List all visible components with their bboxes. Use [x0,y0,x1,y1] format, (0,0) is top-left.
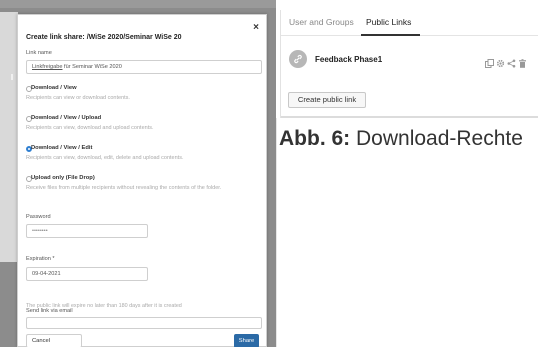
close-icon[interactable]: × [253,23,259,33]
screenshot: × Create link share: /WiSe 2020/Seminar … [0,0,538,347]
panel-bottom-border [281,116,538,118]
trash-icon[interactable] [518,55,527,68]
option-description: Recipients can view or download contents… [26,95,130,101]
option-title: Download / View [31,85,77,91]
dialog-title: Create link share: /WiSe 2020/Seminar Wi… [26,34,182,41]
option-title: Download / View / Upload [31,115,102,121]
active-tab-indicator [361,34,420,36]
caption-label: Abb. 6: [279,127,351,150]
option-title: Download / View / Edit [31,145,93,151]
option-description: Recipients can view, download and upload… [26,125,154,131]
sharing-panel: User and Groups Public Links Feedback Ph… [280,10,538,118]
cancel-button[interactable]: Cancel [26,334,82,347]
background-page-edge [0,12,18,262]
option-title: Upload only (File Drop) [31,175,95,181]
tab-public-links[interactable]: Public Links [366,17,411,27]
background-page-tick [11,74,13,80]
create-public-link-button[interactable]: Create public link [288,92,366,108]
expiration-date-input[interactable]: 09-04-2021 [26,267,148,281]
link-icon [289,50,307,68]
email-input[interactable] [26,317,262,329]
create-link-share-dialog: × Create link share: /WiSe 2020/Seminar … [17,14,267,347]
public-link-name: Feedback Phase1 [315,55,383,64]
copy-icon[interactable] [485,55,494,68]
backdrop-strip [0,0,276,8]
email-label: Send link via email [26,308,73,314]
caption-text: Download-Rechte [350,127,523,150]
share-icon[interactable] [507,55,516,68]
column-divider [276,118,277,347]
gear-icon[interactable] [496,55,505,68]
link-name-input[interactable]: Linkfreigabe für Seminar WiSe 2020 [26,60,262,74]
link-name-label: Link name [26,50,52,56]
option-description: Recipients can view, download, edit, del… [26,155,184,161]
option-description: Receive files from multiple recipients w… [26,185,222,191]
tab-user-and-groups[interactable]: User and Groups [289,17,354,27]
link-name-value-rest: für Seminar WiSe 2020 [62,64,122,70]
password-label: Password [26,214,51,220]
password-input[interactable]: •••••••• [26,224,148,238]
sharing-tabs: User and Groups Public Links [281,10,538,36]
link-name-value-underlined: Linkfreigabe [32,64,63,70]
share-button[interactable]: Share [234,334,259,347]
expiration-label: Expiration * [26,256,55,262]
figure-caption: Abb. 6: Download-Rechte [279,124,538,153]
public-link-row: Feedback Phase1 [281,44,538,74]
